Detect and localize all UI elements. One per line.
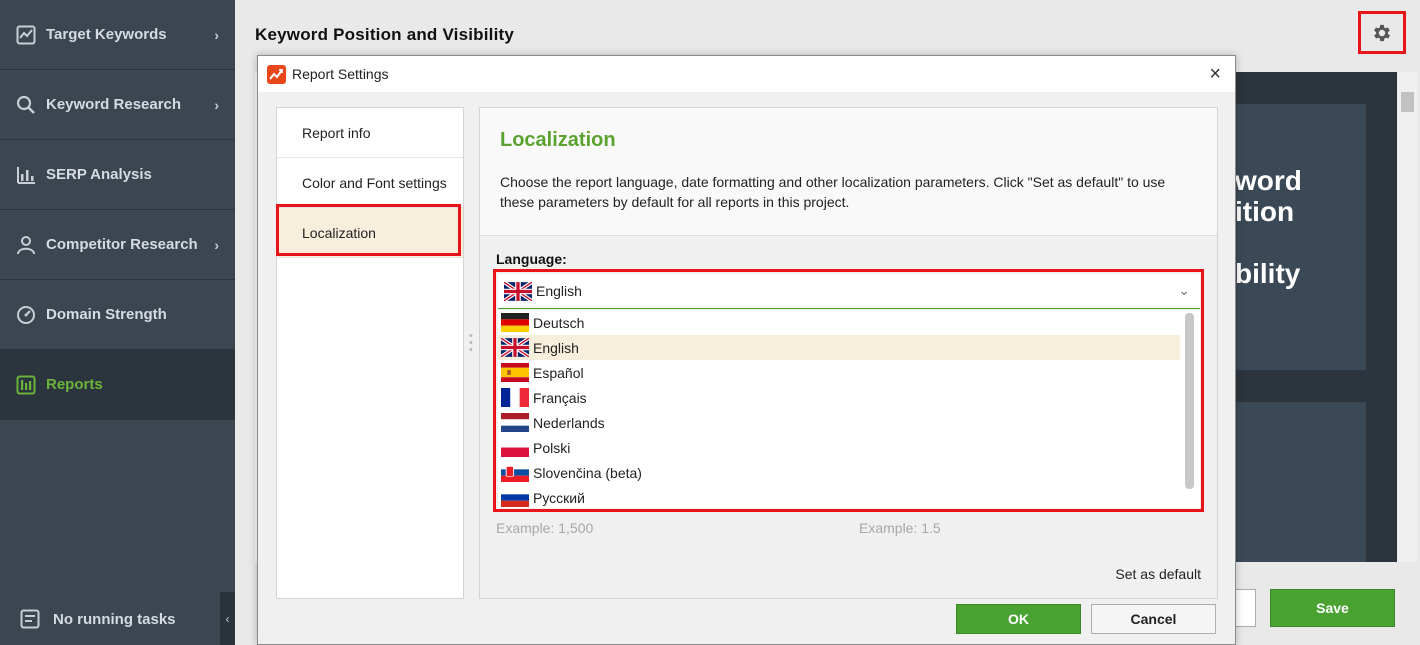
decimal-format-example: Example: 1.5	[859, 520, 941, 536]
sidebar-item-domain-strength[interactable]: Domain Strength	[0, 280, 235, 350]
sidebar-item-label: Reports	[46, 376, 103, 393]
sidebar-item-target-keywords[interactable]: Target Keywords ›	[0, 0, 235, 70]
number-format-example: Example: 1,500	[496, 520, 594, 536]
cancel-button[interactable]: Cancel	[1091, 604, 1216, 634]
sidebar: Target Keywords › Keyword Research › SER…	[0, 0, 235, 645]
gear-icon	[1371, 22, 1393, 44]
preview-heading: word ition bility	[1235, 165, 1302, 289]
dialog-title: Report Settings	[292, 66, 389, 82]
bar-chart-icon	[15, 164, 37, 186]
language-label: Language:	[496, 251, 567, 267]
tab-highlight-box	[276, 204, 461, 256]
settings-tabs: Report info Color and Font settings Loca…	[276, 107, 464, 599]
set-as-default-link[interactable]: Set as default	[1115, 566, 1201, 582]
settings-button[interactable]	[1358, 11, 1406, 54]
preview-card	[1220, 402, 1366, 562]
sidebar-item-label: SERP Analysis	[46, 166, 152, 183]
app-logo-icon	[267, 64, 286, 84]
back-button[interactable]	[1235, 589, 1256, 627]
tasks-icon	[20, 609, 40, 629]
page-title: Keyword Position and Visibility	[255, 25, 515, 44]
gauge-icon	[15, 304, 37, 326]
ok-button[interactable]: OK	[956, 604, 1081, 634]
save-button[interactable]: Save	[1270, 589, 1395, 627]
running-tasks-label: No running tasks	[53, 610, 176, 628]
section-header: Localization Choose the report language,…	[480, 108, 1217, 236]
chevron-right-icon: ›	[214, 97, 219, 113]
preview-scrollbar[interactable]	[1398, 72, 1417, 562]
reports-icon	[15, 374, 37, 396]
sidebar-item-reports[interactable]: Reports	[0, 350, 235, 420]
localization-panel: Localization Choose the report language,…	[479, 107, 1218, 599]
sidebar-item-label: Target Keywords	[46, 26, 167, 43]
sidebar-item-competitor-research[interactable]: Competitor Research ›	[0, 210, 235, 280]
sidebar-item-label: Keyword Research	[46, 96, 182, 113]
sidebar-item-serp-analysis[interactable]: SERP Analysis	[0, 140, 235, 210]
dialog-titlebar: Report Settings ×	[258, 56, 1235, 92]
collapse-sidebar-button[interactable]: ‹	[220, 592, 235, 645]
section-title: Localization	[500, 129, 616, 151]
language-highlight-box	[493, 269, 1204, 512]
tab-color-font-settings[interactable]: Color and Font settings	[277, 158, 463, 208]
running-tasks-status[interactable]: No running tasks	[0, 593, 235, 645]
close-icon[interactable]: ×	[1209, 64, 1221, 84]
chart-line-icon	[15, 24, 37, 46]
report-settings-dialog: Report Settings × Report info Color and …	[257, 55, 1236, 645]
section-description: Choose the report language, date formatt…	[500, 174, 1166, 210]
sidebar-item-label: Domain Strength	[46, 306, 167, 323]
chevron-right-icon: ›	[214, 27, 219, 43]
tab-report-info[interactable]: Report info	[277, 108, 463, 158]
panel-splitter[interactable]: • • •	[469, 331, 473, 356]
user-icon	[15, 234, 37, 256]
chevron-right-icon: ›	[214, 237, 219, 253]
search-icon	[15, 94, 37, 116]
sidebar-item-label: Competitor Research	[46, 236, 198, 253]
sidebar-item-keyword-research[interactable]: Keyword Research ›	[0, 70, 235, 140]
